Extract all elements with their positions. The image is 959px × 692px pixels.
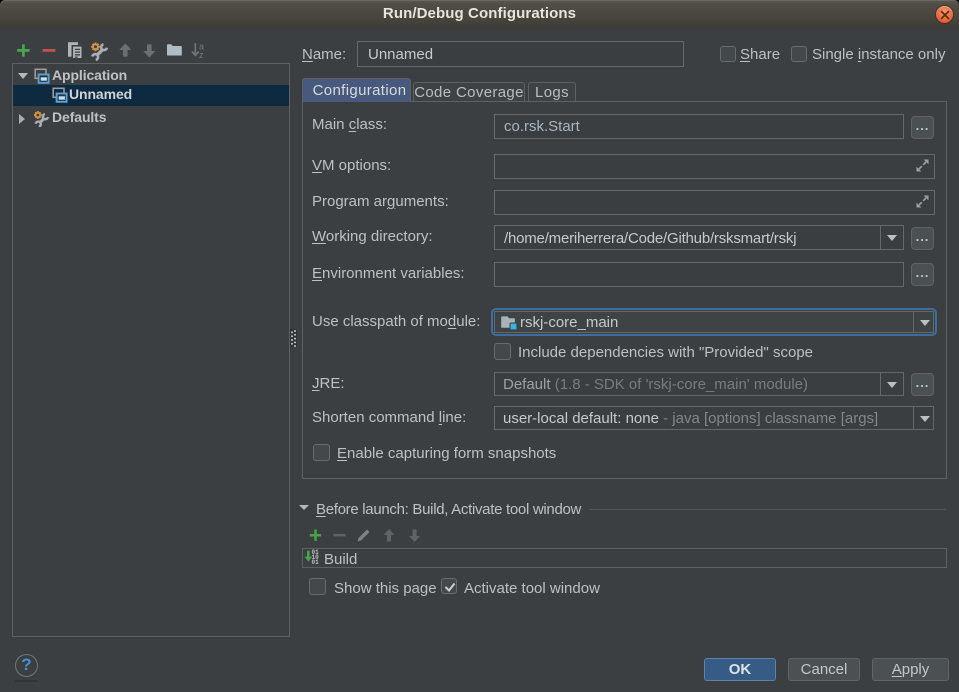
svg-text:01: 01 <box>312 559 320 564</box>
svg-text:z: z <box>199 50 204 60</box>
